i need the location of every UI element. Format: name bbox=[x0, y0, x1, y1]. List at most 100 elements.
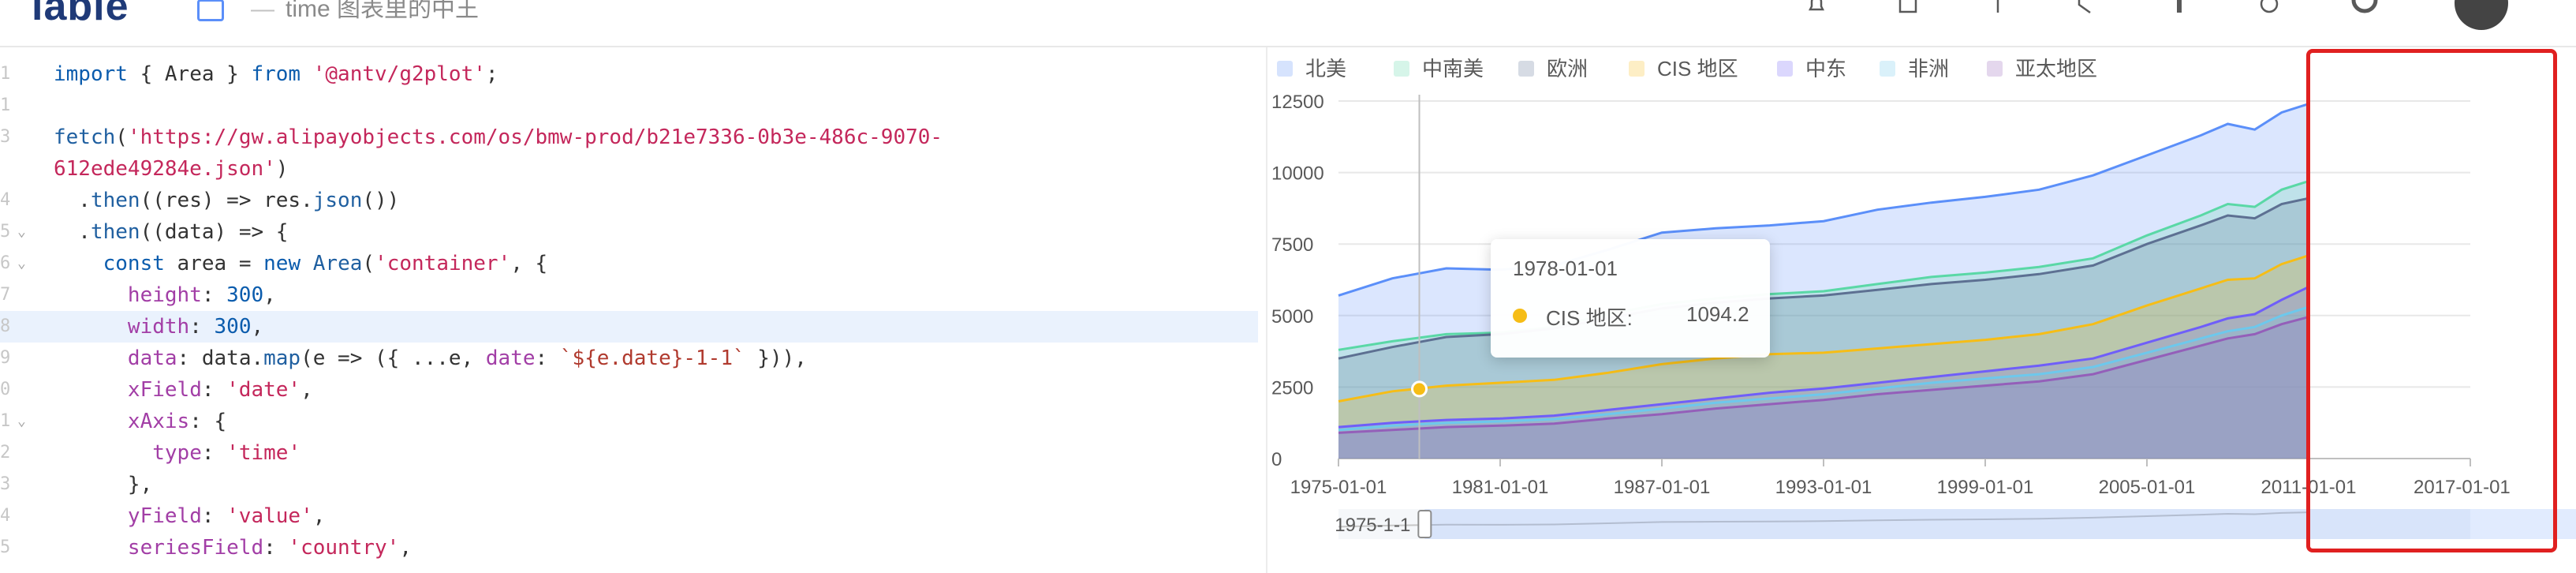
code-token: 300 bbox=[226, 283, 264, 307]
chart-tooltip: 1978-01-01 CIS 地区: 1094.2 bbox=[1491, 239, 1770, 358]
code-line[interactable]: 5 ⌄ .then((data) => { bbox=[0, 216, 1258, 248]
code-token: const bbox=[103, 252, 165, 275]
x-tick-label: 1975-01-01 bbox=[1290, 477, 1387, 498]
code-line[interactable]: 3 fetch('https://gw.alipayobjects.com/os/… bbox=[0, 122, 1258, 153]
legend-marker[interactable] bbox=[1987, 61, 2003, 77]
code-line[interactable]: 1 bbox=[0, 90, 1258, 122]
save-icon[interactable] bbox=[1898, 0, 1918, 14]
legend-item-label[interactable]: 欧洲 bbox=[1547, 57, 1588, 81]
code-editor[interactable]: 1 import { Area } from '@antv/g2plot'; 1 3 f… bbox=[0, 47, 1267, 573]
settings-icon[interactable] bbox=[2349, 0, 2380, 14]
fold-chevron-icon[interactable]: ⌄ bbox=[17, 216, 26, 248]
legend-item-label[interactable]: 非洲 bbox=[1908, 57, 1949, 81]
line-number: 5 bbox=[0, 537, 11, 557]
line-number: 4 bbox=[0, 190, 11, 210]
code-text: xField: 'date', bbox=[54, 374, 313, 406]
code-line[interactable]: 1 import { Area } from '@antv/g2plot'; bbox=[0, 58, 1258, 90]
code-line[interactable]: 9 data: data.map(e => ({ ...e, date: `${… bbox=[0, 343, 1258, 374]
share-icon[interactable] bbox=[1988, 0, 2008, 14]
bell-icon[interactable] bbox=[1806, 0, 1827, 14]
code-token: : bbox=[189, 315, 215, 339]
code-token: : data. bbox=[177, 346, 264, 370]
app-logo[interactable]: iable bbox=[32, 0, 129, 30]
legend-item-label[interactable]: 中东 bbox=[1805, 57, 1846, 81]
top-header: iable — time 图表里的中王 bbox=[0, 0, 2576, 47]
code-line[interactable]: 3 }, bbox=[0, 469, 1258, 500]
tooltip-active-point bbox=[1411, 380, 1428, 398]
code-token: . bbox=[54, 189, 91, 212]
legend-marker[interactable] bbox=[1394, 61, 1409, 77]
code-text: xAxis: { bbox=[54, 406, 226, 437]
line-number: 4 bbox=[0, 506, 11, 526]
code-token: then bbox=[90, 189, 140, 212]
avatar[interactable] bbox=[2455, 0, 2508, 30]
code-line[interactable]: 2 type: 'time' bbox=[0, 437, 1258, 469]
code-token: then bbox=[90, 220, 140, 244]
code-line[interactable]: 612ede49284e.json') bbox=[0, 153, 1258, 185]
code-line[interactable]: 8 width: 300, bbox=[0, 311, 1258, 343]
fork-icon[interactable] bbox=[2074, 0, 2095, 14]
legend-marker[interactable] bbox=[1518, 61, 1534, 77]
legend-marker[interactable] bbox=[1777, 61, 1793, 77]
download-icon[interactable] bbox=[2169, 0, 2190, 14]
legend-marker[interactable] bbox=[1277, 61, 1293, 77]
code-token: . bbox=[54, 220, 91, 244]
legend-item-label[interactable]: 北美 bbox=[1305, 57, 1346, 81]
code-token: import bbox=[54, 62, 128, 86]
code-text: .then((data) => { bbox=[54, 216, 288, 248]
code-text: }, bbox=[54, 469, 152, 500]
code-token: (e => ({ ...e, bbox=[301, 346, 486, 370]
code-token: date bbox=[485, 346, 536, 370]
code-line[interactable]: 6 ⌄ const area = new Area('container', { bbox=[0, 248, 1258, 279]
code-token: seriesField bbox=[127, 536, 264, 560]
code-token: map bbox=[263, 346, 301, 370]
x-tick-label: 2017-01-01 bbox=[2414, 477, 2511, 498]
legend-item-label[interactable]: 亚太地区 bbox=[2015, 57, 2097, 81]
legend-marker[interactable] bbox=[1629, 61, 1645, 77]
code-line[interactable]: 4 yField: 'value', bbox=[0, 500, 1258, 532]
x-tick-label: 1987-01-01 bbox=[1614, 477, 1711, 498]
fold-chevron-icon[interactable]: ⌄ bbox=[17, 406, 26, 437]
code-line[interactable]: 4 .then((res) => res.json()) bbox=[0, 185, 1258, 216]
slider-selection[interactable] bbox=[1424, 509, 2576, 539]
line-number: 6 bbox=[0, 253, 11, 273]
code-token: json bbox=[312, 189, 363, 212]
code-text: const area = new Area('container', { bbox=[54, 248, 548, 279]
y-tick-label: 0 bbox=[1271, 449, 1282, 470]
x-tick-label: 2005-01-01 bbox=[2099, 477, 2196, 498]
code-token: : bbox=[201, 283, 227, 307]
area-chart[interactable]: 0 2500 5000 7500 10000 12500 1975-01-01 1981-01… bbox=[1267, 47, 2576, 573]
code-token: , bbox=[251, 315, 264, 339]
legend-item-label[interactable]: CIS 地区 bbox=[1657, 57, 1738, 81]
x-tick-label: 1981-01-01 bbox=[1452, 477, 1549, 498]
code-text: seriesField: 'country', bbox=[54, 532, 412, 564]
legend-item-label[interactable]: 中南美 bbox=[1422, 57, 1484, 81]
code-token: from bbox=[251, 62, 301, 86]
code-token: : bbox=[201, 378, 227, 402]
code-line[interactable]: 0 xField: 'date', bbox=[0, 374, 1258, 406]
slider-start-handle[interactable] bbox=[1417, 510, 1432, 538]
code-token: Area bbox=[312, 252, 363, 275]
code-token: '@antv/g2plot' bbox=[312, 62, 486, 86]
fold-chevron-icon[interactable]: ⌄ bbox=[17, 248, 26, 279]
code-line[interactable]: 5 seriesField: 'country', bbox=[0, 532, 1258, 564]
code-token: 'date' bbox=[226, 378, 301, 402]
line-number: 8 bbox=[0, 316, 11, 336]
code-token: area = bbox=[164, 252, 264, 275]
code-line[interactable]: 1 ⌄ xAxis: { bbox=[0, 406, 1258, 437]
code-token: : { bbox=[189, 410, 227, 433]
help-icon[interactable] bbox=[2259, 0, 2279, 14]
code-text: 612ede49284e.json') bbox=[54, 153, 288, 185]
code-token: xField bbox=[127, 378, 202, 402]
legend-marker[interactable] bbox=[1880, 61, 1895, 77]
code-line[interactable]: 7 height: 300, bbox=[0, 279, 1258, 311]
code-token: new bbox=[263, 252, 301, 275]
line-number: 1 bbox=[0, 64, 11, 84]
line-number: 7 bbox=[0, 285, 11, 305]
code-token: data bbox=[127, 346, 177, 370]
